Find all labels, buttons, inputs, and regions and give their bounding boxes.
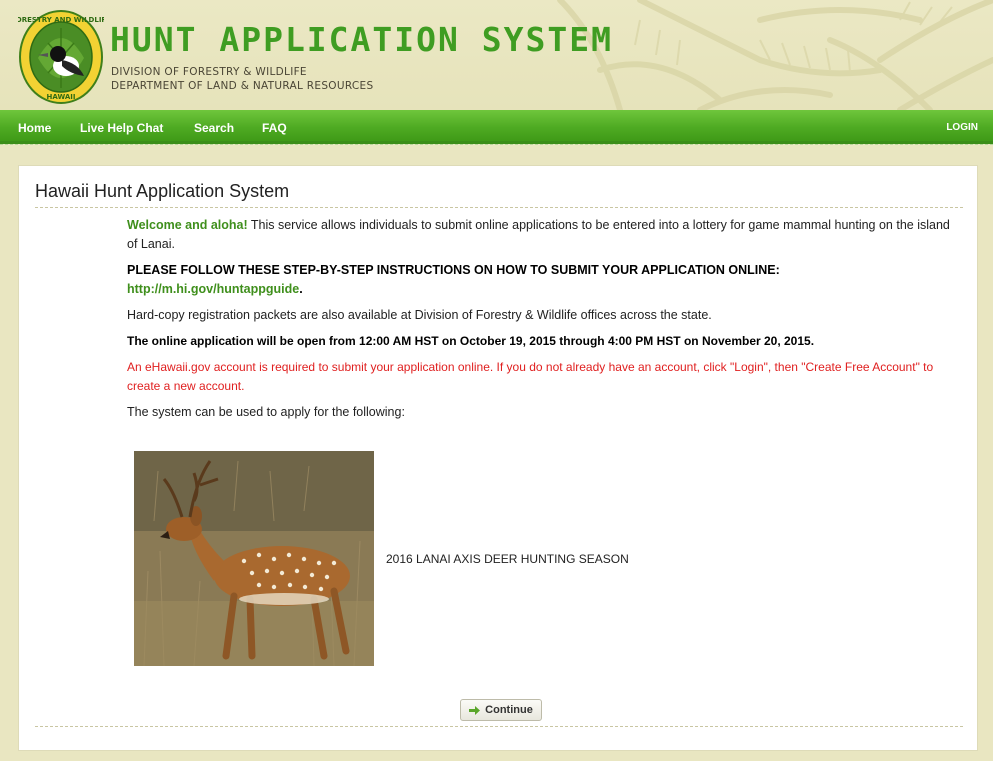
division-subtitle: DIVISION OF FORESTRY & WILDLIFE [111, 66, 307, 78]
open-dates-paragraph: The online application will be open from… [127, 334, 815, 348]
nav-search-link[interactable]: Search [194, 121, 234, 135]
welcome-lead: Welcome and aloha! [127, 218, 248, 232]
main-navigation: Home Live Help Chat Search FAQ LOGIN [0, 110, 993, 145]
content-body: Welcome and aloha! This service allows i… [127, 216, 957, 429]
continue-label: Continue [485, 704, 533, 716]
instructions-paragraph: PLEASE FOLLOW THESE STEP-BY-STEP INSTRUC… [127, 261, 957, 299]
site-title: HUNT APPLICATION SYSTEM [110, 20, 613, 59]
nav-divider [0, 144, 993, 145]
nav-live-help-chat-link[interactable]: Live Help Chat [80, 121, 163, 135]
season-label: 2016 LANAI AXIS DEER HUNTING SEASON [386, 552, 629, 566]
page-title: Hawaii Hunt Application System [35, 181, 290, 201]
welcome-paragraph: Welcome and aloha! This service allows i… [127, 216, 957, 254]
welcome-text: This service allows individuals to submi… [127, 218, 950, 251]
hardcopy-paragraph: Hard-copy registration packets are also … [127, 308, 712, 322]
hunt-app-guide-link[interactable]: http://m.hi.gov/huntappguide [127, 282, 299, 296]
svg-text:HAWAII: HAWAII [47, 93, 76, 101]
nav-faq-link[interactable]: FAQ [262, 121, 287, 135]
axis-deer-photo [134, 451, 374, 666]
department-subtitle: DEPARTMENT OF LAND & NATURAL RESOURCES [111, 80, 374, 92]
login-link[interactable]: LOGIN [946, 122, 978, 133]
continue-button[interactable]: Continue [460, 699, 542, 721]
svg-text:FORESTRY AND WILDLIFE: FORESTRY AND WILDLIFE [18, 16, 104, 24]
content-panel: Hawaii Hunt Application System Welcome a… [18, 165, 978, 751]
guide-period: . [299, 282, 303, 296]
forestry-wildlife-logo: FORESTRY AND WILDLIFE HAWAII [18, 10, 104, 104]
apply-intro: The system can be used to apply for the … [127, 405, 405, 419]
nav-home-link[interactable]: Home [18, 121, 51, 135]
bottom-divider [35, 726, 963, 727]
account-notice: An eHawaii.gov account is required to su… [127, 360, 934, 393]
site-header: FORESTRY AND WILDLIFE HAWAII HUNT APPLIC… [0, 0, 993, 110]
title-divider [35, 207, 963, 208]
instructions-heading: PLEASE FOLLOW THESE STEP-BY-STEP INSTRUC… [127, 263, 780, 277]
arrow-right-icon [469, 705, 481, 715]
